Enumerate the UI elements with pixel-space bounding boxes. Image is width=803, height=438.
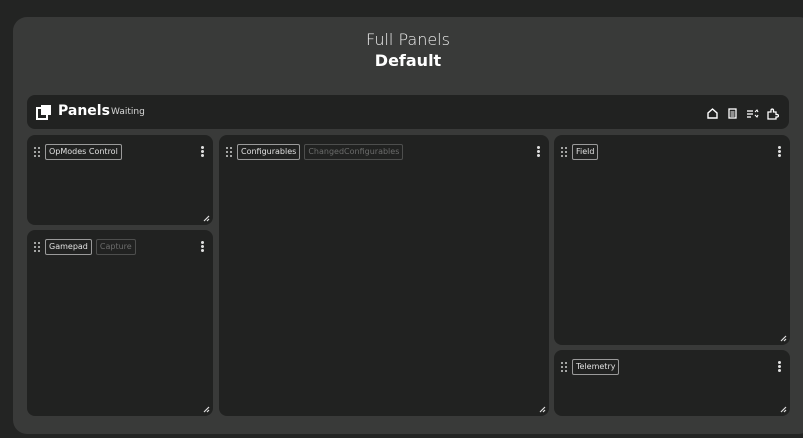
page-heading: Full Panels Default (13, 30, 803, 72)
panel-tabs: Telemetry (572, 359, 620, 375)
tab-capture[interactable]: Capture (95, 239, 136, 255)
drag-handle-icon[interactable] (561, 147, 569, 157)
resize-handle-icon[interactable] (780, 335, 787, 342)
resize-handle-icon[interactable] (203, 215, 210, 222)
toolbar-title: Panels (58, 103, 110, 119)
home-icon[interactable] (706, 105, 719, 119)
opmodes-panel: OpModes Control (27, 135, 213, 225)
gamepad-panel: Gamepad Capture (27, 230, 213, 416)
tab-telemetry[interactable]: Telemetry (572, 359, 620, 375)
tab-configurables[interactable]: Configurables (237, 144, 301, 160)
panels-logo-icon (36, 105, 51, 120)
panel-tabs: Configurables ChangedConfigurables (237, 144, 404, 160)
tab-field[interactable]: Field (572, 144, 599, 160)
more-options-icon[interactable] (201, 146, 204, 157)
page-subtitle: Full Panels (366, 30, 450, 49)
more-options-icon[interactable] (778, 146, 781, 157)
drag-handle-icon[interactable] (561, 362, 569, 372)
resize-handle-icon[interactable] (539, 406, 546, 413)
tab-opmodes-control[interactable]: OpModes Control (45, 144, 122, 160)
more-options-icon[interactable] (201, 241, 204, 252)
drag-handle-icon[interactable] (34, 147, 42, 157)
tab-gamepad[interactable]: Gamepad (45, 239, 92, 255)
field-panel: Field (554, 135, 790, 345)
drag-handle-icon[interactable] (226, 147, 234, 157)
more-options-icon[interactable] (778, 361, 781, 372)
resize-handle-icon[interactable] (203, 406, 210, 413)
panels-toolbar: Panels Waiting (27, 95, 789, 129)
plugin-icon[interactable] (766, 105, 780, 120)
panel-tabs: Field (572, 144, 599, 160)
more-options-icon[interactable] (537, 146, 540, 157)
page-title: Default (374, 51, 442, 70)
drag-handle-icon[interactable] (34, 242, 42, 252)
configurables-panel: Configurables ChangedConfigurables (219, 135, 549, 416)
document-icon[interactable] (726, 105, 739, 119)
panel-tabs: OpModes Control (45, 144, 122, 160)
resize-handle-icon[interactable] (780, 406, 787, 413)
connection-status: Waiting (111, 107, 145, 117)
telemetry-panel: Telemetry (554, 350, 790, 416)
panel-tabs: Gamepad Capture (45, 239, 136, 255)
tab-changed-configurables[interactable]: ChangedConfigurables (304, 144, 404, 160)
list-sort-icon[interactable] (746, 105, 759, 118)
toolbar-icons (706, 105, 780, 120)
